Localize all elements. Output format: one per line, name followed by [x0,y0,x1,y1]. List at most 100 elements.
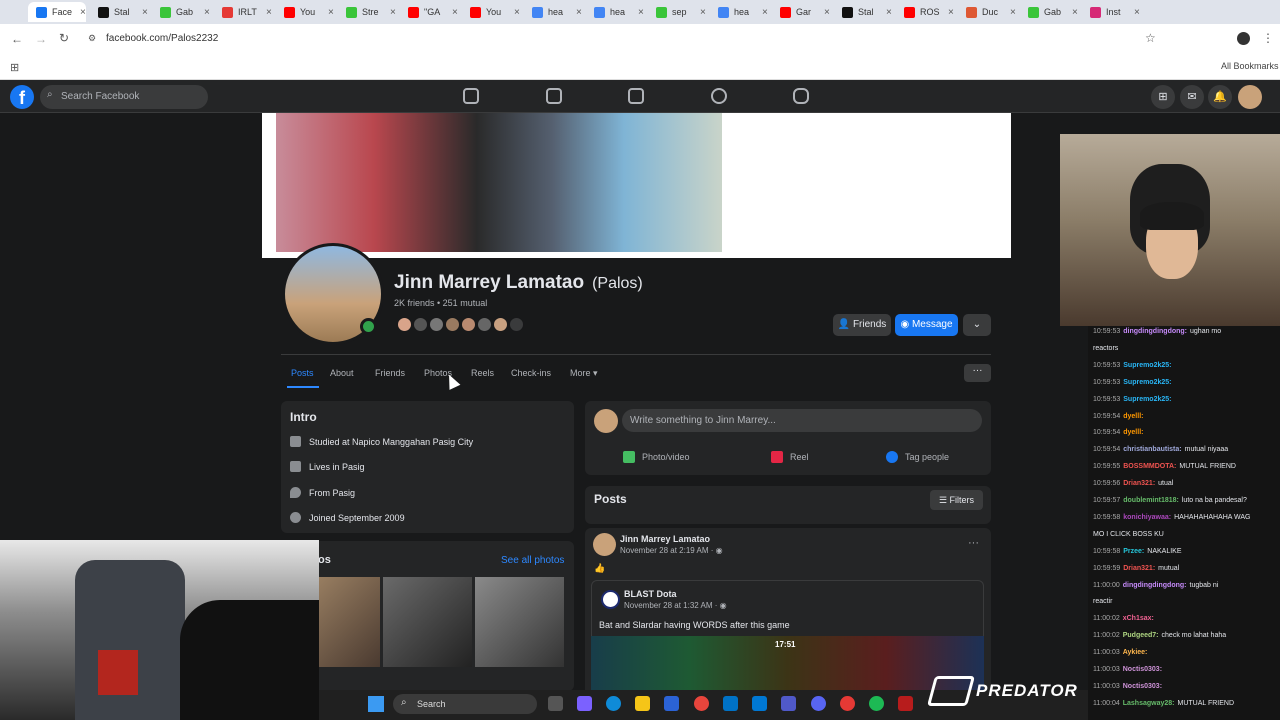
chrome-icon[interactable] [694,696,709,711]
browser-tab[interactable]: You × [462,2,520,22]
chat-username[interactable]: BOSSMMDOTA: [1123,463,1176,470]
app-icon[interactable] [752,696,767,711]
bell-icon[interactable]: 🔔 [1208,85,1232,109]
chat-username[interactable]: christianbautista: [1123,446,1181,453]
filters-button[interactable]: ☰ Filters [930,490,983,510]
shared-author-avatar[interactable] [601,590,620,609]
see-all-photos-link[interactable]: See all photos [501,555,564,566]
browser-tab[interactable]: hea × [524,2,582,22]
post-author[interactable]: Jinn Marrey Lamatao [620,534,710,544]
browser-tab[interactable]: ROS × [896,2,954,22]
browser-tab[interactable]: Gab × [1020,2,1078,22]
browser-tab[interactable]: IRLT × [214,2,272,22]
friends-button[interactable]: 👤 Friends [833,314,891,336]
post-author-avatar[interactable] [593,533,616,556]
browser-tab[interactable]: Stre × [338,2,396,22]
mutual-friend-avatar[interactable] [445,317,460,332]
chat-username[interactable]: Drian321: [1123,565,1155,572]
profile-more-button[interactable]: ⌄ [963,314,991,336]
spotify-icon[interactable] [869,696,884,711]
app-icon[interactable] [898,696,913,711]
cover-photo[interactable] [276,113,722,252]
apps-grid-icon[interactable]: ⊞ [10,61,19,74]
account-avatar[interactable] [1238,85,1262,109]
mail-icon[interactable] [723,696,738,711]
browser-tab[interactable]: Stal × [834,2,892,22]
tab-close-icon[interactable]: × [1072,7,1078,18]
chat-username[interactable]: Pudgeed7: [1123,632,1159,639]
edge-icon[interactable] [606,696,621,711]
browser-tab[interactable]: Duc × [958,2,1016,22]
photo-thumbnail[interactable] [475,577,564,667]
browser-tab[interactable]: hea × [586,2,644,22]
browser-tab[interactable]: "GA × [400,2,458,22]
taskbar-search[interactable]: Search [393,694,537,714]
file-explorer-icon[interactable] [635,696,650,711]
facebook-search-input[interactable]: Search Facebook [40,85,208,109]
chat-username[interactable]: Supremo2k25: [1123,362,1171,369]
tab-close-icon[interactable]: × [80,7,86,18]
tab-check-ins[interactable]: Check-ins [511,368,551,378]
bookmark-star-icon[interactable]: ☆ [1145,31,1156,45]
reel-button[interactable]: Reel [771,451,809,463]
tab-close-icon[interactable]: × [700,7,706,18]
chat-username[interactable]: Noctis0303: [1123,683,1162,690]
tab-friends[interactable]: Friends [375,368,405,378]
forward-icon[interactable]: → [35,32,47,46]
marketplace-icon[interactable] [628,88,644,104]
browser-tab[interactable]: Gar × [772,2,830,22]
gaming-icon[interactable] [793,88,809,104]
chat-username[interactable]: Lashsagway28: [1123,700,1175,707]
mutual-friend-avatar[interactable] [461,317,476,332]
tag-people-button[interactable]: Tag people [886,451,949,463]
mutual-friend-avatar[interactable] [477,317,492,332]
chat-username[interactable]: xCh1sax: [1123,615,1154,622]
message-button[interactable]: ◉ Message [895,314,958,336]
profile-stats[interactable]: 2K friends • 251 mutual [394,298,487,308]
discord-icon[interactable] [811,696,826,711]
tab-close-icon[interactable]: × [266,7,272,18]
video-icon[interactable] [546,88,562,104]
browser-tab[interactable]: sep × [648,2,706,22]
chat-username[interactable]: dyelll: [1123,413,1143,420]
tab-more[interactable]: More ▾ [570,368,598,379]
browser-tab[interactable]: You × [276,2,334,22]
post-timestamp[interactable]: November 28 at 2:19 AM · ◉ [620,546,723,555]
tab-close-icon[interactable]: × [886,7,892,18]
facebook-logo-icon[interactable]: f [10,85,34,109]
chat-username[interactable]: konichiyawaa: [1123,514,1171,521]
site-info-icon[interactable]: ⚙ [88,33,96,44]
reload-icon[interactable]: ↻ [59,31,69,45]
browser-tab[interactable]: Gab × [152,2,210,22]
back-icon[interactable]: ← [11,32,23,46]
browser-tab[interactable]: Inst × [1082,2,1140,22]
teams-icon[interactable] [781,696,796,711]
browser-tab[interactable]: hea × [710,2,768,22]
tab-posts[interactable]: Posts [291,368,314,378]
task-view-icon[interactable] [548,696,563,711]
mutual-friend-avatar[interactable] [493,317,508,332]
browser-tab[interactable]: Stal × [90,2,148,22]
tab-about[interactable]: About [330,368,354,378]
tab-close-icon[interactable]: × [762,7,768,18]
windows-start-icon[interactable] [368,696,384,712]
menu-grid-icon[interactable]: ⊞ [1151,85,1175,109]
tab-close-icon[interactable]: × [390,7,396,18]
chat-username[interactable]: doublemint1818: [1123,497,1179,504]
chat-username[interactable]: dyelll: [1123,429,1143,436]
tab-close-icon[interactable]: × [576,7,582,18]
mutual-friend-avatar[interactable] [509,317,524,332]
chat-username[interactable]: dingdingdingdong: [1123,582,1187,589]
tab-close-icon[interactable]: × [328,7,334,18]
chat-username[interactable]: Drian321: [1123,480,1155,487]
all-bookmarks-link[interactable]: All Bookmarks [1221,61,1279,71]
photo-thumbnail[interactable] [383,577,472,667]
chat-username[interactable]: Supremo2k25: [1123,379,1171,386]
tab-close-icon[interactable]: × [142,7,148,18]
tab-close-icon[interactable]: × [638,7,644,18]
groups-icon[interactable] [711,88,727,104]
chat-username[interactable]: dingdingdingdong: [1123,328,1187,335]
profile-options-button[interactable]: ··· [964,364,991,382]
chat-username[interactable]: Aykiee: [1123,649,1148,656]
shared-author[interactable]: BLAST Dota [624,589,677,599]
